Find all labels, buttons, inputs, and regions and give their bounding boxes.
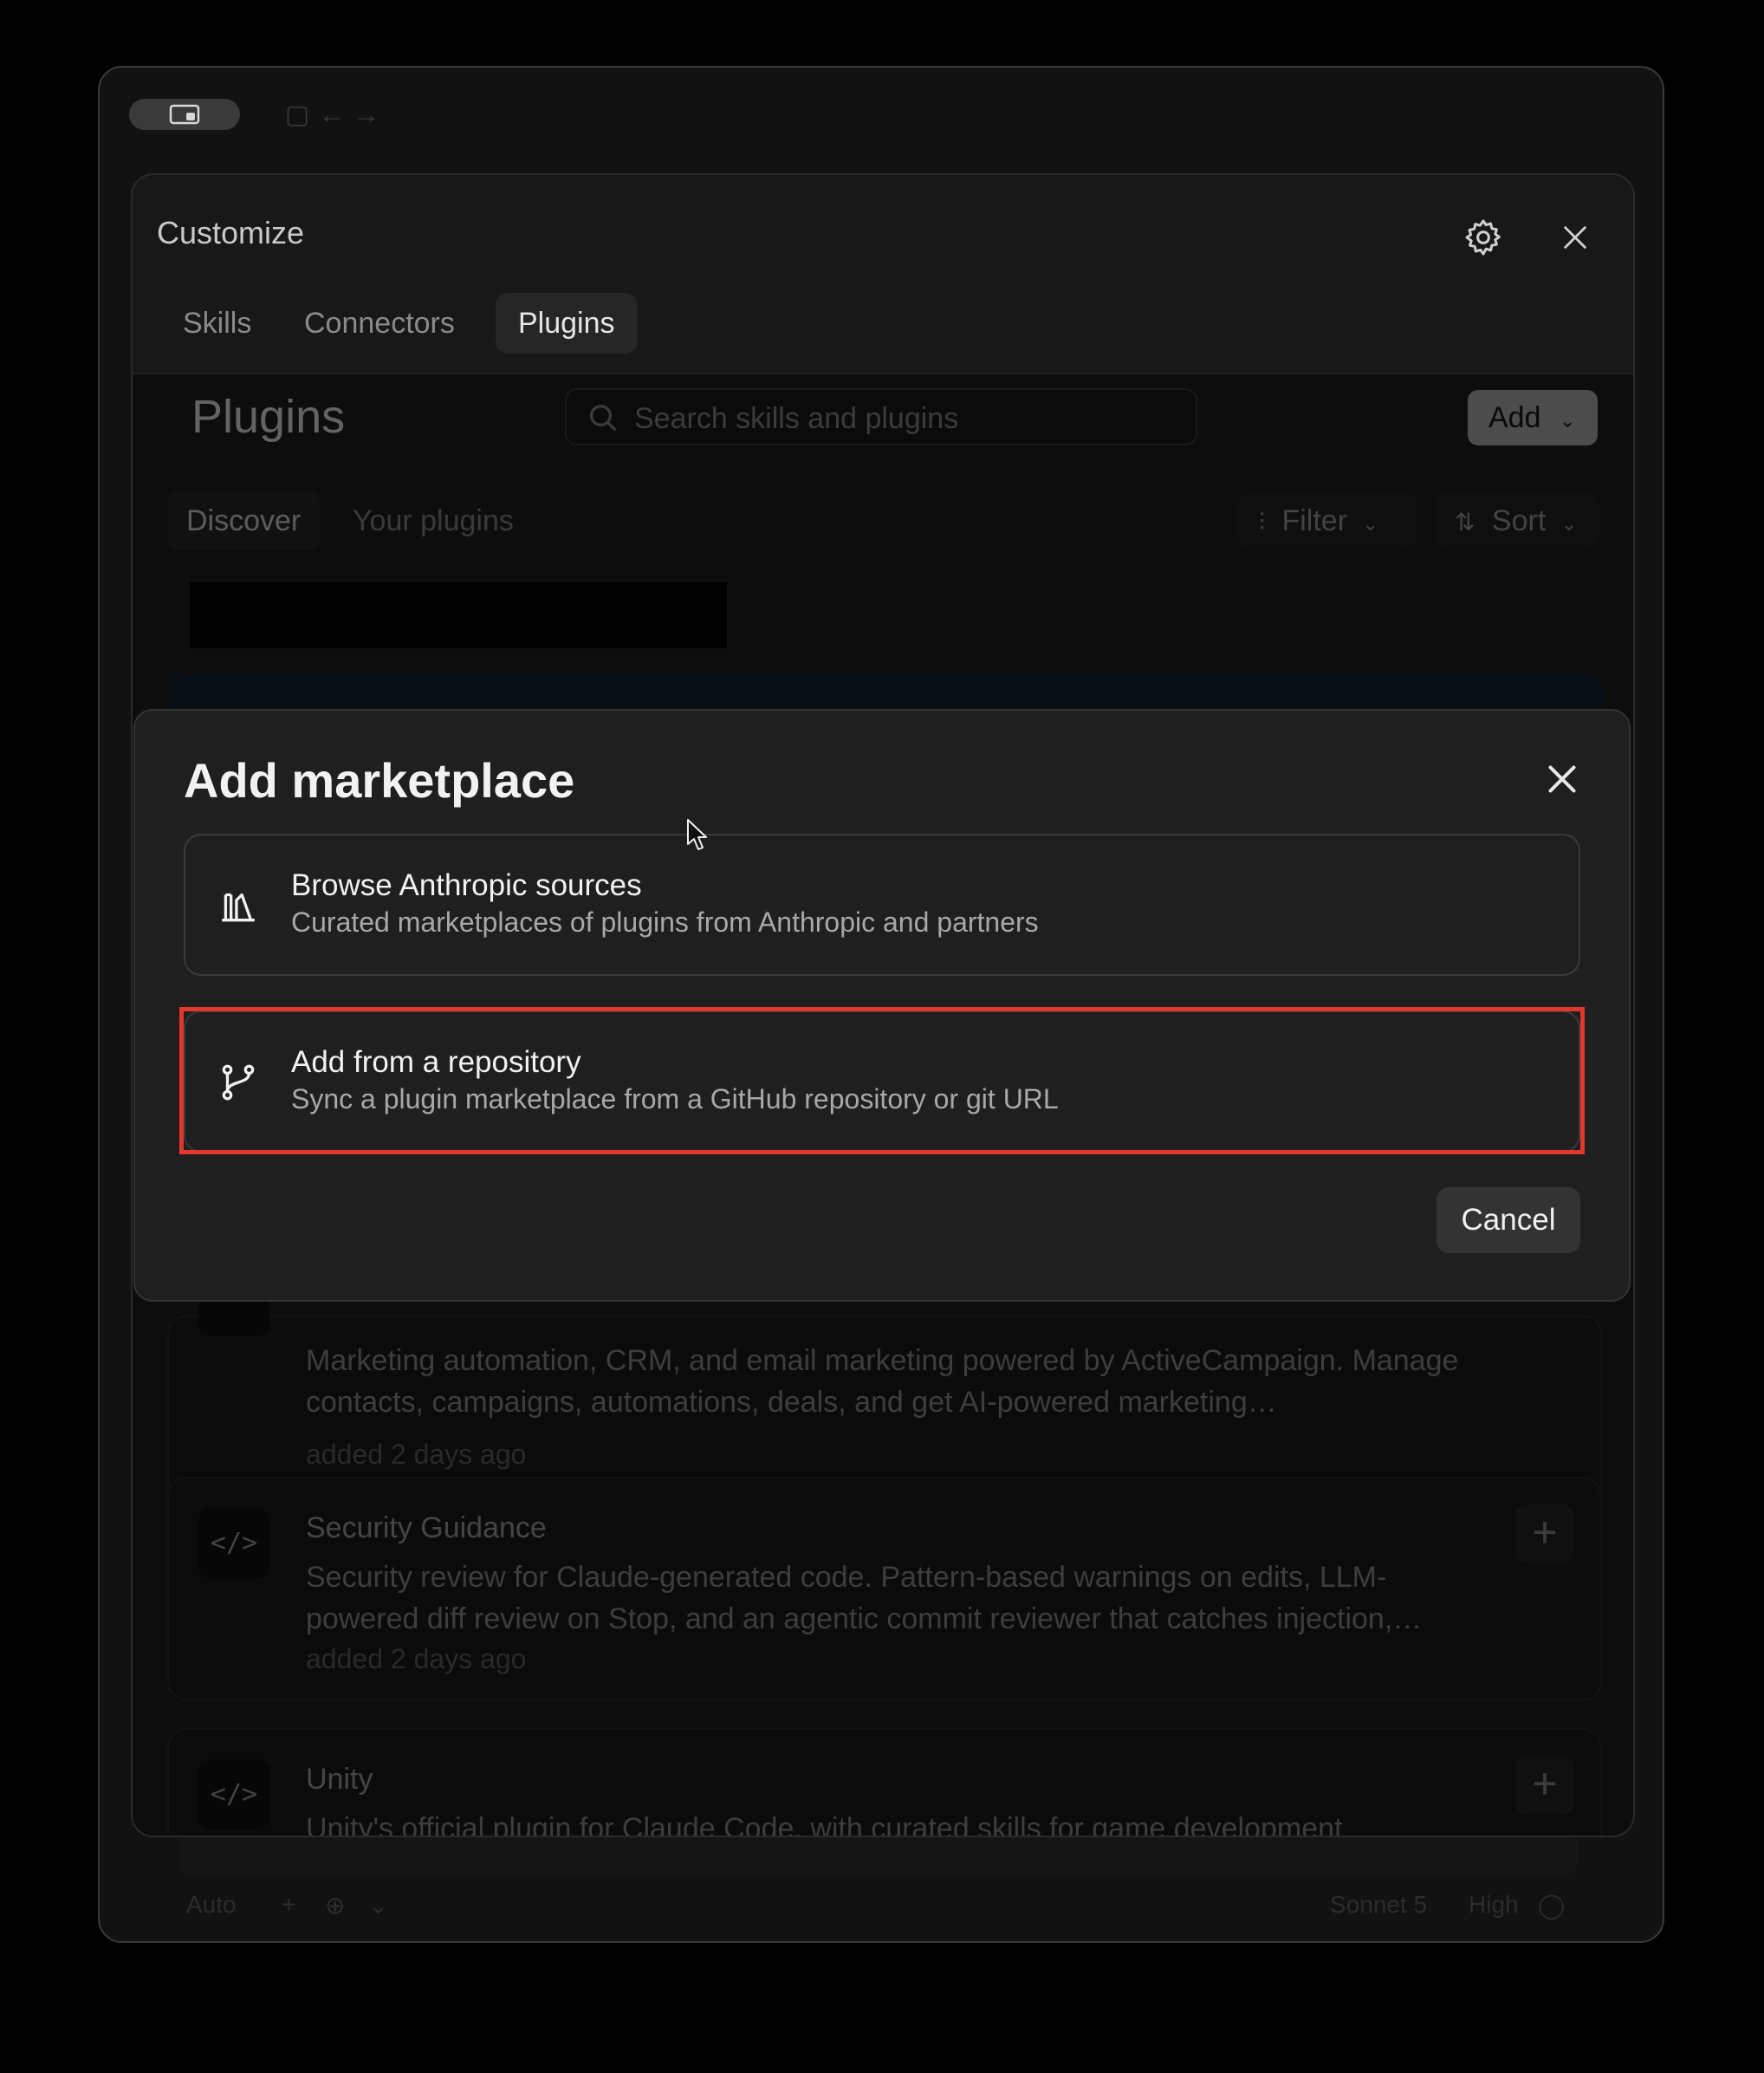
- code-icon: </>: [198, 1508, 269, 1579]
- chevron-down-icon: ⌄: [1560, 513, 1578, 535]
- plugin-name: Security Guidance: [306, 1511, 547, 1544]
- plugin-card[interactable]: </> Security Guidance Security review fo…: [167, 1477, 1602, 1700]
- panel-title: Customize: [157, 215, 305, 250]
- chevron-down-icon: ⌄: [1559, 410, 1576, 432]
- status-icon: ◯: [1538, 1892, 1566, 1919]
- sort-button[interactable]: ⇅ Sort ⌄: [1434, 492, 1599, 549]
- sort-label: Sort: [1491, 504, 1547, 537]
- chevron-down-icon: ⌄: [1362, 513, 1378, 535]
- close-icon[interactable]: [1539, 756, 1586, 803]
- tab-skills[interactable]: Skills: [160, 293, 274, 354]
- plugin-name: Unity: [306, 1763, 373, 1796]
- highlight-box: [179, 1007, 1585, 1154]
- featured-banner: [167, 674, 1602, 709]
- panel-icon[interactable]: ▢: [282, 101, 313, 130]
- plugin-card[interactable]: </> Unity Unity's official plugin for Cl…: [167, 1728, 1602, 1837]
- browse-anthropic-sources-option[interactable]: Browse Anthropic sources Curated marketp…: [184, 834, 1580, 976]
- subtab-discover[interactable]: Discover: [167, 492, 321, 549]
- search-placeholder: Search skills and plugins: [634, 402, 959, 435]
- redacted-region: [190, 582, 727, 648]
- plugin-added-date: added 2 days ago: [306, 1439, 527, 1470]
- subtab-your-plugins[interactable]: Your plugins: [334, 492, 533, 549]
- filter-label: Filter: [1281, 504, 1348, 537]
- gear-icon[interactable]: [1459, 213, 1508, 262]
- filter-button[interactable]: ⫶ Filter ⌄: [1238, 492, 1417, 549]
- plus-icon[interactable]: +: [282, 1891, 295, 1919]
- forward-arrow-icon[interactable]: →: [351, 101, 382, 130]
- add-button-label: Add: [1488, 401, 1541, 434]
- tab-plugins[interactable]: Plugins: [496, 293, 638, 354]
- prompt-input-background: [179, 1830, 1578, 1877]
- effort-label[interactable]: High: [1469, 1891, 1519, 1919]
- option-description: Curated marketplaces of plugins from Ant…: [291, 907, 1039, 938]
- plus-icon[interactable]: +: [1515, 1504, 1574, 1563]
- plugin-description: Unity's official plugin for Claude Code,…: [306, 1812, 1343, 1837]
- add-button[interactable]: Add ⌄: [1468, 390, 1598, 445]
- dialog-title: Add marketplace: [184, 753, 575, 808]
- search-icon: [590, 405, 616, 431]
- add-marketplace-dialog: Add marketplace Browse Anthropic sources…: [133, 709, 1631, 1302]
- code-icon: </>: [198, 1759, 269, 1830]
- search-input[interactable]: Search skills and plugins: [565, 388, 1197, 445]
- mode-label[interactable]: Auto: [186, 1891, 237, 1919]
- filter-icon: ⫶: [1259, 509, 1266, 536]
- cancel-button[interactable]: Cancel: [1436, 1187, 1580, 1253]
- page-title: Plugins: [191, 391, 346, 443]
- model-label[interactable]: Sonnet 5: [1330, 1891, 1427, 1919]
- mouse-pointer-icon: [687, 819, 707, 850]
- chevron-down-icon[interactable]: ⌄: [368, 1891, 388, 1920]
- plugin-description: Marketing automation, CRM, and email mar…: [306, 1344, 1459, 1419]
- plugin-description: Security review for Claude-generated cod…: [306, 1561, 1423, 1635]
- prompt-toolbar: Auto + ⊕ ⌄ Sonnet 5 High ◯: [186, 1891, 1573, 1926]
- back-arrow-icon[interactable]: ←: [316, 101, 347, 130]
- sidebar-toggle-button[interactable]: [129, 99, 240, 130]
- plugin-added-date: added 2 days ago: [306, 1643, 527, 1674]
- sort-icon: ⇅: [1455, 509, 1475, 536]
- tabs-divider: [133, 373, 1633, 374]
- tab-connectors[interactable]: Connectors: [282, 293, 477, 354]
- window-icon: [169, 104, 200, 125]
- plus-icon[interactable]: +: [1515, 1756, 1574, 1815]
- close-icon[interactable]: [1551, 213, 1599, 262]
- library-icon: [222, 893, 255, 922]
- option-title: Browse Anthropic sources: [291, 868, 642, 902]
- tools-icon[interactable]: ⊕: [325, 1891, 345, 1920]
